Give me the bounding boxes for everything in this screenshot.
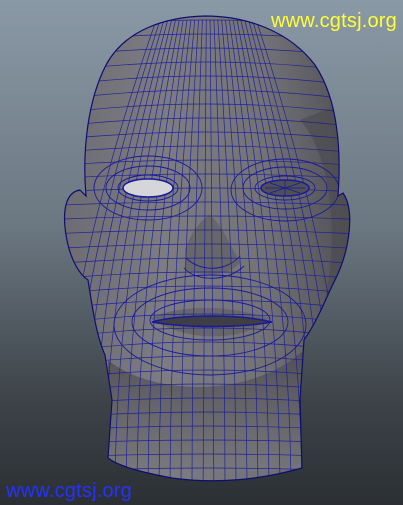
watermark-bottom: www.cgtsj.org: [6, 480, 132, 502]
left-eye-opening: [122, 178, 174, 198]
watermark-top: www.cgtsj.org: [271, 10, 397, 32]
head-mesh-render[interactable]: [0, 0, 403, 505]
modeling-viewport[interactable]: www.cgtsj.org www.cgtsj.org: [0, 0, 403, 505]
